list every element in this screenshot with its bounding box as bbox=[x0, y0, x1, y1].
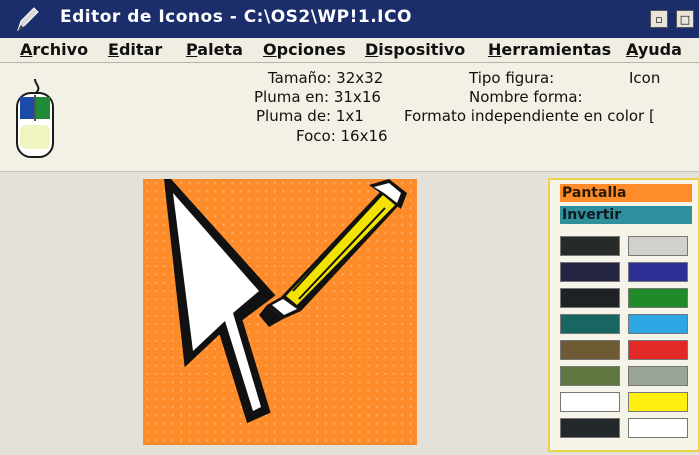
menu-opciones[interactable]: Opciones bbox=[263, 40, 346, 59]
menu-ayuda[interactable]: Ayuda bbox=[626, 40, 682, 59]
icon-editor-window: Editor de Iconos - C:\OS2\WP!1.ICO ▫ □ A… bbox=[0, 0, 699, 455]
menu-herramientas[interactable]: Herramientas bbox=[488, 40, 611, 59]
color-swatch[interactable] bbox=[560, 366, 620, 386]
color-swatch[interactable] bbox=[628, 418, 688, 438]
invertir-color-bar[interactable]: Invertir bbox=[560, 206, 692, 224]
title-bar[interactable]: Editor de Iconos - C:\OS2\WP!1.ICO ▫ □ bbox=[0, 0, 699, 38]
work-area: Pantalla Invertir bbox=[0, 172, 699, 455]
minimize-button[interactable]: ▫ bbox=[650, 10, 668, 28]
arrow-cursor-graphic bbox=[163, 179, 276, 424]
tipo-figura-value: Icon bbox=[629, 69, 661, 87]
pluma-de-text: Pluma de: 1x1 bbox=[256, 107, 364, 125]
foco-text: Foco: 16x16 bbox=[296, 127, 388, 145]
info-panel: Tamaño: 32x32 Pluma en: 31x16 Pluma de: … bbox=[0, 63, 699, 172]
formato-text: Formato independiente en color [ bbox=[404, 107, 655, 125]
color-swatch[interactable] bbox=[628, 314, 688, 334]
pluma-en-text: Pluma en: 31x16 bbox=[254, 88, 381, 106]
pencil-graphic bbox=[259, 179, 407, 327]
menu-dispositivo[interactable]: Dispositivo bbox=[365, 40, 465, 59]
color-palette-panel: Pantalla Invertir bbox=[548, 178, 699, 452]
menu-editar[interactable]: Editar bbox=[108, 40, 162, 59]
tamano-text: Tamaño: 32x32 bbox=[268, 69, 384, 87]
icon-edit-canvas[interactable] bbox=[143, 179, 417, 445]
color-swatch[interactable] bbox=[628, 288, 688, 308]
color-swatch[interactable] bbox=[560, 288, 620, 308]
color-swatch[interactable] bbox=[560, 236, 620, 256]
menu-archivo[interactable]: Archivo bbox=[20, 40, 88, 59]
color-swatch[interactable] bbox=[628, 340, 688, 360]
color-swatch[interactable] bbox=[628, 392, 688, 412]
pencil-cursor-icon bbox=[163, 179, 407, 424]
color-swatch[interactable] bbox=[560, 418, 620, 438]
pencil-icon[interactable] bbox=[12, 4, 42, 34]
mouse-icon bbox=[16, 78, 54, 158]
color-swatch[interactable] bbox=[560, 340, 620, 360]
window-title: Editor de Iconos - C:\OS2\WP!1.ICO bbox=[60, 7, 412, 27]
menu-bar: Archivo Editar Paleta Opciones Dispositi… bbox=[0, 38, 699, 63]
pantalla-color-bar[interactable]: Pantalla bbox=[560, 184, 692, 202]
nombre-forma-label: Nombre forma: bbox=[469, 88, 583, 106]
color-swatch[interactable] bbox=[560, 314, 620, 334]
color-swatch[interactable] bbox=[560, 392, 620, 412]
color-swatch[interactable] bbox=[628, 366, 688, 386]
maximize-button[interactable]: □ bbox=[676, 10, 694, 28]
menu-paleta[interactable]: Paleta bbox=[186, 40, 243, 59]
color-swatch[interactable] bbox=[628, 236, 688, 256]
color-swatch[interactable] bbox=[628, 262, 688, 282]
tipo-figura-label: Tipo figura: bbox=[469, 69, 555, 87]
color-swatch[interactable] bbox=[560, 262, 620, 282]
